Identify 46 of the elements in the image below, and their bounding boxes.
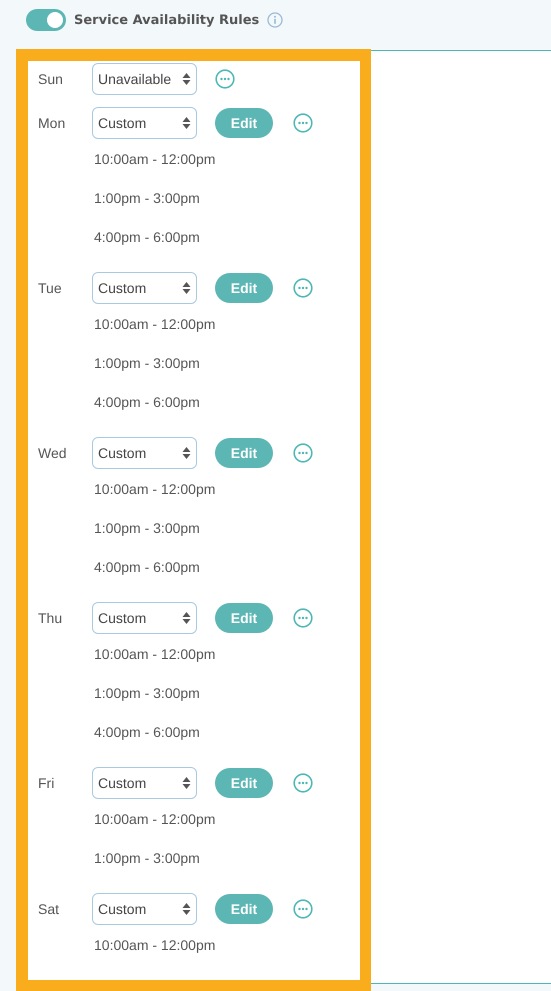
toggle-switch[interactable] — [26, 9, 66, 31]
sort-caret-icon — [182, 446, 191, 460]
more-options-icon[interactable] — [293, 278, 313, 298]
more-options-icon[interactable] — [293, 443, 313, 463]
day-label: Thu — [38, 610, 64, 626]
mode-select[interactable]: Custom — [92, 272, 197, 304]
time-range: 1:00pm - 3:00pm — [94, 849, 201, 868]
time-range: 4:00pm - 6:00pm — [94, 393, 201, 412]
mode-select[interactable]: Custom — [92, 107, 197, 139]
sort-caret-icon — [182, 776, 191, 790]
time-range: 4:00pm - 6:00pm — [94, 558, 201, 577]
section-title: Service Availability Rules — [74, 12, 260, 28]
info-icon[interactable] — [267, 12, 284, 28]
day-label: Tue — [38, 280, 63, 296]
day-label: Sun — [38, 71, 64, 87]
sort-caret-icon — [182, 281, 191, 295]
time-range: 10:00am - 12:00pm — [94, 315, 216, 334]
mode-select[interactable]: Custom — [92, 767, 197, 799]
time-range: 1:00pm - 3:00pm — [94, 354, 201, 373]
sort-caret-icon — [182, 72, 191, 86]
time-range: 10:00am - 12:00pm — [94, 480, 216, 499]
time-range: 10:00am - 12:00pm — [94, 810, 216, 829]
time-range: 1:00pm - 3:00pm — [94, 684, 201, 703]
more-options-icon[interactable] — [215, 69, 235, 89]
time-range: 10:00am - 12:00pm — [94, 936, 216, 955]
day-label: Fri — [38, 775, 56, 791]
sort-caret-icon — [182, 116, 191, 130]
day-label: Wed — [38, 445, 68, 461]
mode-select[interactable]: Custom — [92, 893, 197, 925]
time-range: 1:00pm - 3:00pm — [94, 189, 201, 208]
time-range: 10:00am - 12:00pm — [94, 645, 216, 664]
mode-select[interactable]: Unavailable — [92, 63, 197, 95]
more-options-icon[interactable] — [293, 608, 313, 628]
day-label: Mon — [38, 115, 66, 131]
more-options-icon[interactable] — [293, 899, 313, 919]
time-range: 4:00pm - 6:00pm — [94, 228, 201, 247]
time-range: 4:00pm - 6:00pm — [94, 723, 201, 742]
more-options-icon[interactable] — [293, 113, 313, 133]
sort-caret-icon — [182, 611, 191, 625]
time-range: 10:00am - 12:00pm — [94, 150, 216, 169]
sort-caret-icon — [182, 902, 191, 916]
day-label: Sat — [38, 901, 60, 917]
time-range: 1:00pm - 3:00pm — [94, 519, 201, 538]
mode-select[interactable]: Custom — [92, 602, 197, 634]
more-options-icon[interactable] — [293, 773, 313, 793]
mode-select[interactable]: Custom — [92, 437, 197, 469]
